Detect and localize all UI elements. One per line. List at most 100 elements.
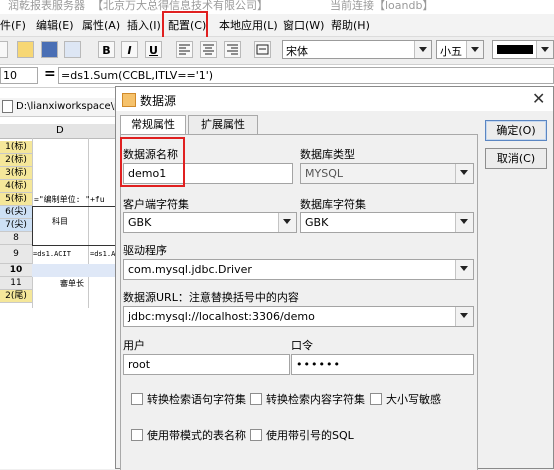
db-type-label: 数据库类型 bbox=[300, 148, 355, 161]
row-header[interactable]: 4(标) bbox=[0, 180, 32, 193]
chevron-down-icon bbox=[414, 41, 431, 58]
font-name-select[interactable]: 宋体 bbox=[282, 40, 432, 59]
checkbox-convert-content-charset[interactable] bbox=[250, 393, 262, 405]
tab-extended[interactable]: 扩展属性 bbox=[188, 115, 258, 134]
chevron-down-icon bbox=[466, 41, 483, 58]
row-header[interactable]: 1(标) bbox=[0, 141, 32, 154]
italic-button[interactable]: I bbox=[121, 41, 138, 58]
chevron-down-icon bbox=[455, 307, 473, 326]
chevron-down-icon bbox=[455, 164, 473, 183]
cell-acit[interactable]: =ds1.ACIT bbox=[33, 250, 71, 258]
row-header[interactable]: 10 bbox=[0, 264, 32, 277]
cell-subject[interactable]: 科目 bbox=[52, 216, 68, 227]
menu-help[interactable]: 帮助(H) bbox=[331, 17, 370, 33]
case-sensitive-label: 大小写敏感 bbox=[386, 393, 441, 406]
app-title-bar: 润乾报表服务器 【北京万大总得信息技术有限公司】 当前连接【loandb】 bbox=[0, 0, 554, 14]
client-charset-select[interactable]: GBK bbox=[123, 212, 297, 233]
dialog-title: 数据源 bbox=[140, 94, 177, 108]
toolbar: B I U 宋体 小五 bbox=[0, 37, 554, 65]
checkbox-convert-query-charset[interactable] bbox=[131, 393, 143, 405]
formula-input[interactable]: =ds1.Sum(CCBL,ITLV=='1') bbox=[58, 67, 554, 84]
underline-button[interactable]: U bbox=[145, 41, 162, 58]
font-color-select[interactable] bbox=[492, 40, 554, 59]
menu-window[interactable]: 窗口(W) bbox=[283, 17, 324, 33]
font-size-value: 小五 bbox=[440, 45, 462, 58]
chevron-down-icon bbox=[278, 213, 296, 232]
font-size-select[interactable]: 小五 bbox=[436, 40, 484, 59]
preview-icon[interactable] bbox=[64, 41, 81, 58]
file-tab[interactable]: D:\lianxiworkspace\p bbox=[0, 98, 118, 117]
app-title: 润乾报表服务器 bbox=[8, 0, 85, 12]
db-charset-label: 数据库字符集 bbox=[300, 198, 366, 211]
config-menu-highlight bbox=[162, 11, 208, 40]
menu-edit[interactable]: 编辑(E) bbox=[36, 17, 74, 33]
user-input[interactable]: root bbox=[123, 354, 290, 375]
datasource-url-value: jdbc:mysql://localhost:3306/demo bbox=[128, 310, 315, 323]
equals-icon: = bbox=[44, 66, 56, 82]
cell-unit-formula[interactable]: ="编制单位: "+fu bbox=[34, 194, 105, 205]
checkbox-case-sensitive[interactable] bbox=[370, 393, 382, 405]
db-charset-value: GBK bbox=[305, 216, 329, 229]
quoted-sql-label: 使用带引号的SQL bbox=[266, 429, 354, 442]
row-header[interactable]: 3(标) bbox=[0, 167, 32, 180]
user-value: root bbox=[128, 358, 151, 371]
align-left-icon[interactable] bbox=[176, 41, 193, 58]
datasource-url-select[interactable]: jdbc:mysql://localhost:3306/demo bbox=[123, 306, 474, 327]
file-icon bbox=[2, 100, 13, 113]
merge-cells-icon[interactable] bbox=[254, 41, 271, 58]
menu-local-apps[interactable]: 本地应用(L) bbox=[219, 17, 278, 33]
user-label: 用户 bbox=[123, 339, 145, 352]
checkbox-quoted-sql[interactable] bbox=[250, 429, 262, 441]
app-icon bbox=[122, 93, 136, 107]
chevron-down-icon bbox=[455, 213, 473, 232]
row-header[interactable]: 6(尖) bbox=[0, 206, 32, 219]
align-center-icon[interactable] bbox=[200, 41, 217, 58]
password-label: 口令 bbox=[291, 339, 313, 352]
font-name-value: 宋体 bbox=[286, 45, 308, 58]
row-header[interactable]: 2(标) bbox=[0, 154, 32, 167]
cell-reference-box[interactable]: 10 bbox=[0, 67, 38, 84]
row-header[interactable]: 11 bbox=[0, 277, 32, 290]
cell-approver[interactable]: 審单长 bbox=[60, 278, 84, 289]
schema-table-name-label: 使用带模式的表名称 bbox=[147, 429, 246, 442]
new-file-icon[interactable] bbox=[0, 41, 8, 58]
row-header[interactable]: 2(尾) bbox=[0, 290, 32, 303]
driver-select[interactable]: com.mysql.jdbc.Driver bbox=[123, 259, 474, 280]
column-header-row: D bbox=[0, 124, 118, 139]
dialog-title-bar: 数据源 ✕ bbox=[116, 87, 553, 111]
bold-button[interactable]: B bbox=[98, 41, 115, 58]
tab-general[interactable]: 常规属性 bbox=[120, 115, 186, 135]
datasource-name-highlight bbox=[120, 137, 185, 187]
cell-reference-value: 10 bbox=[3, 69, 17, 82]
convert-query-charset-label: 转换检索语句字符集 bbox=[147, 393, 246, 406]
selected-row-10[interactable] bbox=[32, 264, 118, 277]
chevron-down-icon bbox=[536, 41, 553, 58]
db-charset-select[interactable]: GBK bbox=[300, 212, 474, 233]
chevron-down-icon bbox=[455, 260, 473, 279]
cancel-button[interactable]: 取消(C) bbox=[485, 148, 547, 169]
row-header[interactable]: 8 bbox=[0, 232, 32, 245]
cell-ds1-a[interactable]: =ds1.A bbox=[90, 250, 115, 258]
connection-status: 当前连接【loandb】 bbox=[330, 0, 434, 12]
column-header-d[interactable]: D bbox=[56, 125, 64, 136]
save-icon[interactable] bbox=[41, 41, 58, 58]
password-input[interactable]: •••••• bbox=[291, 354, 474, 375]
row-header[interactable]: 9 bbox=[0, 245, 32, 264]
client-charset-value: GBK bbox=[128, 216, 152, 229]
menu-insert[interactable]: 插入(I) bbox=[127, 17, 161, 33]
row-header[interactable]: 5(标) bbox=[0, 193, 32, 206]
convert-content-charset-label: 转换检索内容字符集 bbox=[266, 393, 365, 406]
driver-label: 驱动程序 bbox=[123, 244, 167, 257]
close-icon[interactable]: ✕ bbox=[532, 89, 545, 108]
row-header[interactable]: 7(尖) bbox=[0, 219, 32, 232]
checkbox-schema-table-name[interactable] bbox=[131, 429, 143, 441]
db-type-select[interactable]: MYSQL bbox=[300, 163, 474, 184]
file-path: D:\lianxiworkspace\p bbox=[16, 101, 118, 112]
password-value: •••••• bbox=[296, 358, 341, 371]
open-folder-icon[interactable] bbox=[17, 41, 34, 58]
client-charset-label: 客户端字符集 bbox=[123, 198, 189, 211]
ok-button[interactable]: 确定(O) bbox=[485, 120, 547, 141]
menu-attributes[interactable]: 属性(A) bbox=[82, 17, 120, 33]
align-right-icon[interactable] bbox=[224, 41, 241, 58]
menu-file[interactable]: 件(F) bbox=[0, 17, 26, 33]
